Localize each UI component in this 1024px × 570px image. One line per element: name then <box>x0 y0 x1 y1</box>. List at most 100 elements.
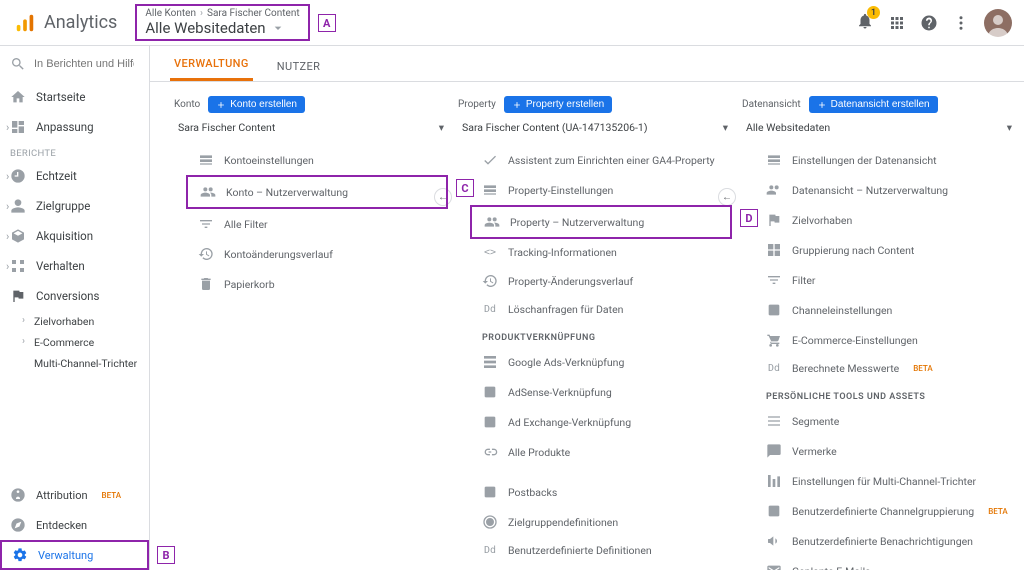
link-all-filters[interactable]: Alle Filter <box>186 209 448 239</box>
caret-down-icon <box>270 20 286 36</box>
view-selector-label: Alle Websitedaten <box>145 19 265 37</box>
notifications-button[interactable]: 1 <box>856 12 874 33</box>
link-view-user-mgmt[interactable]: Datenansicht – Nutzerverwaltung <box>754 175 1016 205</box>
caret-down-icon: ▾ <box>723 121 728 134</box>
link-content-grouping[interactable]: Gruppierung nach Content <box>754 235 1016 265</box>
history-icon <box>198 246 214 262</box>
grouping-icon <box>766 242 782 258</box>
link-icon <box>482 444 498 460</box>
link-property-settings[interactable]: Property-Einstellungen <box>470 175 732 205</box>
link-trash[interactable]: Papierkorb <box>186 269 448 299</box>
dd-icon: Dd <box>766 363 782 374</box>
link-custom-alerts[interactable]: Benutzerdefinierte Benachrichtigungen <box>754 526 1016 556</box>
link-scheduled-emails[interactable]: Geplante E-Mails <box>754 556 1016 570</box>
link-adsense[interactable]: AdSense-Verknüpfung <box>470 377 732 407</box>
sidebar-item-conversions[interactable]: Conversions <box>0 281 149 311</box>
admin-column-property: Property Property erstellen Sara Fischer… <box>458 96 732 560</box>
assistant-icon <box>482 152 498 168</box>
sidebar-item-attribution[interactable]: Attribution BETA <box>0 480 149 510</box>
nav-label: Startseite <box>36 90 85 104</box>
link-ecommerce-settings[interactable]: E-Commerce-Einstellungen <box>754 325 1016 355</box>
link-audience-definitions[interactable]: Zielgruppendefinitionen <box>470 507 732 537</box>
annotation-a: A <box>318 14 336 32</box>
account-selector[interactable]: Sara Fischer Content ▾ <box>174 117 448 141</box>
column-title: Datenansicht <box>742 99 801 110</box>
create-property-button[interactable]: Property erstellen <box>504 96 612 113</box>
link-data-import[interactable]: DdDatenimport <box>470 564 732 570</box>
sidebar-item-home[interactable]: Startseite <box>0 82 149 112</box>
annotation-icon <box>766 443 782 459</box>
account-avatar[interactable] <box>984 9 1012 37</box>
sidebar-subitem-goals[interactable]: Zielvorhaben <box>20 311 149 332</box>
link-postbacks[interactable]: Postbacks <box>470 477 732 507</box>
beta-badge: BETA <box>988 507 1007 516</box>
plus-icon <box>512 100 522 110</box>
people-icon <box>766 182 782 198</box>
link-ad-exchange[interactable]: Ad Exchange-Verknüpfung <box>470 407 732 437</box>
link-custom-definitions[interactable]: DdBenutzerdefinierte Definitionen <box>470 537 732 564</box>
link-property-history[interactable]: Property-Änderungsverlauf <box>470 266 732 296</box>
link-account-settings[interactable]: Kontoeinstellungen <box>186 145 448 175</box>
nav-label: Attribution <box>36 489 88 502</box>
sidebar-item-customization[interactable]: Anpassung <box>0 112 149 142</box>
link-annotations[interactable]: Vermerke <box>754 436 1016 466</box>
link-mcf-settings[interactable]: Einstellungen für Multi-Channel-Trichter <box>754 466 1016 496</box>
sidebar-subitem-ecommerce[interactable]: E-Commerce <box>20 332 149 353</box>
target-icon <box>482 514 498 530</box>
link-calculated-metrics[interactable]: DdBerechnete MesswerteBETA <box>754 355 1016 382</box>
sidebar-item-behavior[interactable]: Verhalten <box>0 251 149 281</box>
view-selector[interactable]: Alle Konten›Sara Fischer Content Alle We… <box>135 4 309 41</box>
tab-user[interactable]: NUTZER <box>273 60 325 81</box>
nav-label: Entdecken <box>36 519 87 532</box>
settings-icon <box>766 152 782 168</box>
sidebar-item-audience[interactable]: Zielgruppe <box>0 191 149 221</box>
home-icon <box>10 89 26 105</box>
create-account-button[interactable]: Konto erstellen <box>208 96 305 113</box>
link-view-filters[interactable]: Filter <box>754 265 1016 295</box>
link-account-history[interactable]: Kontoänderungsverlauf <box>186 239 448 269</box>
link-all-products[interactable]: Alle Produkte <box>470 437 732 467</box>
search-icon <box>10 56 26 72</box>
property-selector[interactable]: Sara Fischer Content (UA-147135206-1) ▾ <box>458 117 732 141</box>
link-ga4-assistant[interactable]: Assistent zum Einrichten einer GA4-Prope… <box>470 145 732 175</box>
tab-admin[interactable]: VERWALTUNG <box>170 57 253 81</box>
section-product-linking: PRODUKTVERKNÜPFUNG <box>470 323 732 347</box>
customization-icon <box>10 119 26 135</box>
sidebar-item-acquisition[interactable]: Akquisition <box>0 221 149 251</box>
behavior-icon <box>10 258 26 274</box>
app-name: Analytics <box>44 12 117 33</box>
sidebar-search[interactable] <box>0 46 149 82</box>
sidebar-item-admin[interactable]: Verwaltung B <box>0 540 149 570</box>
sidebar-subitem-mcf[interactable]: Multi-Channel-Trichter <box>20 353 149 374</box>
notifications-badge: 1 <box>867 6 880 19</box>
sidebar-item-discover[interactable]: Entdecken <box>0 510 149 540</box>
create-view-button[interactable]: Datenansicht erstellen <box>809 96 938 113</box>
settings-icon <box>198 152 214 168</box>
view-selector[interactable]: Alle Websitedaten ▾ <box>742 117 1016 141</box>
settings-icon <box>482 182 498 198</box>
cart-icon <box>766 332 782 348</box>
link-segments[interactable]: Segmente <box>754 406 1016 436</box>
main-content: VERWALTUNG NUTZER Konto Konto erstellen … <box>150 46 1024 570</box>
link-deletion-requests[interactable]: DdLöschanfragen für Daten <box>470 296 732 323</box>
link-tracking-info[interactable]: <>Tracking-Informationen <box>470 239 732 266</box>
more-vert-icon[interactable] <box>952 14 970 32</box>
flag-icon <box>10 288 26 304</box>
link-account-user-mgmt[interactable]: Konto – Nutzerverwaltung C <box>186 175 448 209</box>
help-icon[interactable] <box>920 14 938 32</box>
sidebar-item-realtime[interactable]: Echtzeit <box>0 161 149 191</box>
search-input[interactable] <box>34 58 134 70</box>
link-channel-settings[interactable]: Channeleinstellungen <box>754 295 1016 325</box>
filter-icon <box>766 272 782 288</box>
link-goals[interactable]: Zielvorhaben <box>754 205 1016 235</box>
attribution-icon <box>10 487 26 503</box>
link-google-ads[interactable]: Google Ads-Verknüpfung <box>470 347 732 377</box>
beta-badge: BETA <box>102 491 121 500</box>
tabs: VERWALTUNG NUTZER <box>150 46 1024 82</box>
select-label: Alle Websitedaten <box>746 121 830 134</box>
link-property-user-mgmt[interactable]: Property – Nutzerverwaltung D <box>470 205 732 239</box>
apps-icon[interactable] <box>888 14 906 32</box>
nav-label: Anpassung <box>36 120 94 134</box>
link-custom-channel-group[interactable]: Benutzerdefinierte ChannelgruppierungBET… <box>754 496 1016 526</box>
link-view-settings[interactable]: Einstellungen der Datenansicht <box>754 145 1016 175</box>
